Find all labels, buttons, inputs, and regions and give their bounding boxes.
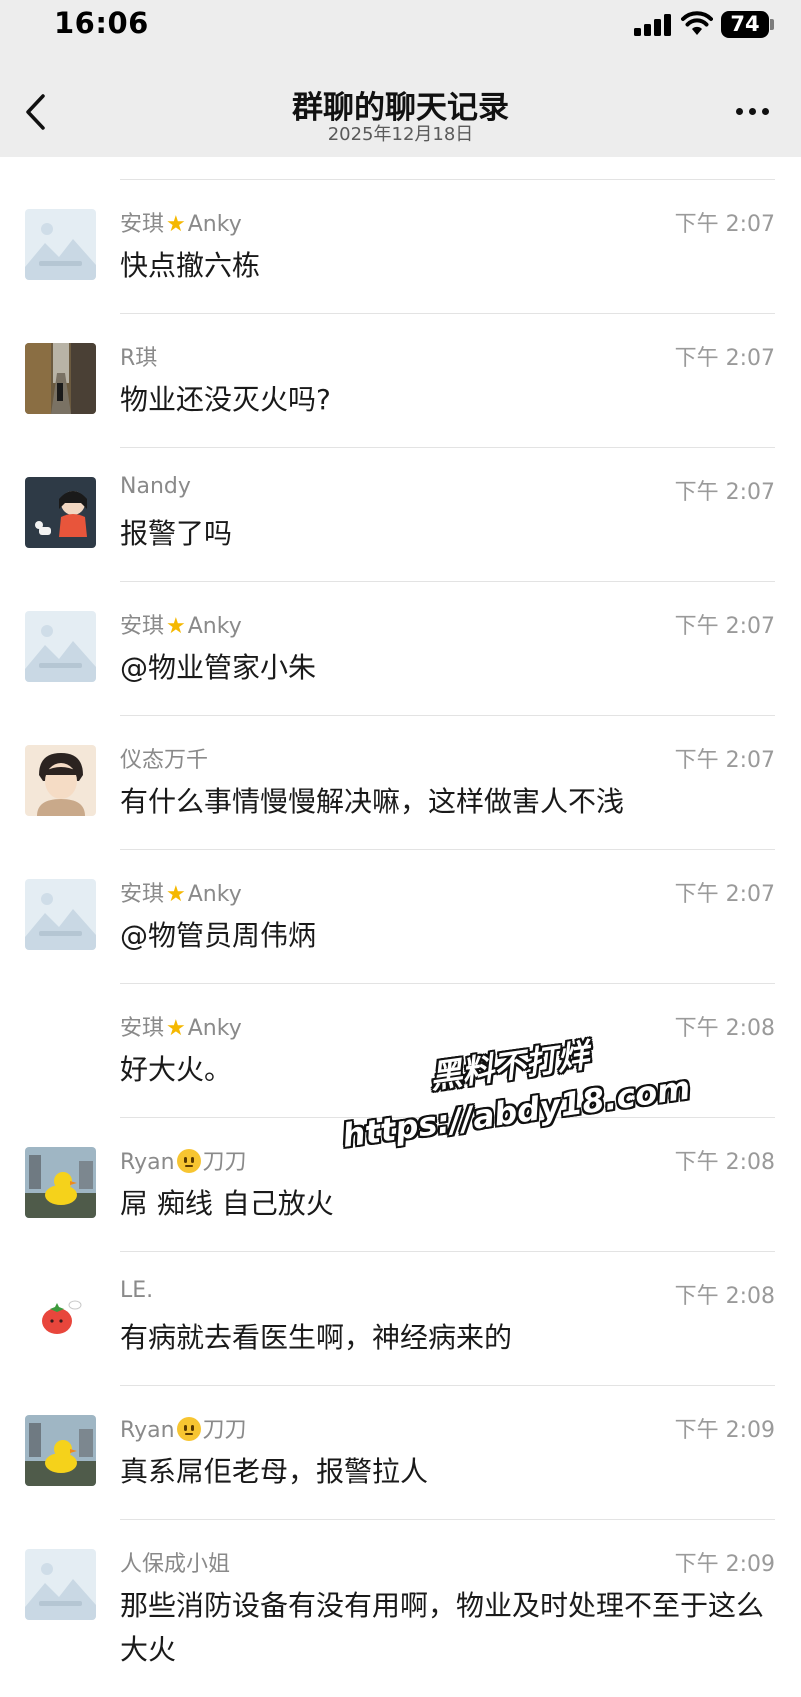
smile-emoji-icon [176, 1417, 201, 1441]
message-item[interactable]: LE. 下午 2:08 有病就去看医生啊，神经病来的 [0, 1252, 801, 1386]
wifi-icon [681, 11, 713, 35]
message-item[interactable]: R琪 下午 2:07 物业还没灭火吗? [0, 314, 801, 448]
message-text: 好大火。 [120, 1053, 233, 1086]
message-text: @物业管家小朱 [120, 651, 317, 684]
star-emoji-icon: ★ [166, 212, 186, 237]
header: 16:06 74 群聊的聊天记录 2025年12月18日 [0, 0, 801, 157]
avatar[interactable] [25, 477, 96, 548]
message-text: 那些消防设备有没有用啊，物业及时处理不至于这么大火 [120, 1589, 765, 1666]
message-item[interactable]: Nandy 下午 2:07 报警了吗 [0, 448, 801, 582]
sender-name-text: Ryan [120, 1418, 175, 1443]
sender-name-text: LE. [120, 1278, 154, 1303]
avatar[interactable] [25, 343, 96, 414]
avatar[interactable] [25, 1549, 96, 1620]
sender-name: Ryan 刀刀 [120, 1144, 247, 1176]
avatar[interactable] [25, 879, 96, 950]
sender-name-suffix: 刀刀 [202, 1150, 247, 1175]
sender-name: 安琪★Anky [120, 876, 242, 908]
sender-name: 人保成小姐 [120, 1546, 230, 1578]
battery-cap [770, 19, 774, 30]
avatar[interactable] [25, 611, 96, 682]
star-emoji-icon: ★ [166, 1016, 186, 1041]
message-text: 有病就去看医生啊，神经病来的 [120, 1321, 513, 1354]
message-item[interactable]: 安琪★Anky 下午 2:07 @物管员周伟炳 [0, 850, 801, 984]
avatar[interactable] [25, 745, 96, 816]
status-time: 16:06 [54, 6, 149, 40]
message-time: 下午 2:07 [674, 748, 775, 773]
sender-name-suffix: 刀刀 [202, 1418, 247, 1443]
star-emoji-icon: ★ [166, 882, 186, 907]
message-time: 下午 2:07 [674, 346, 775, 371]
smile-emoji-icon [176, 1149, 201, 1173]
sender-name: 安琪★Anky [120, 608, 242, 640]
sender-name-text: R琪 [120, 346, 158, 371]
message-item[interactable]: 安琪★Anky 下午 2:08 好大火。 [0, 984, 801, 1118]
sender-name: LE. [120, 1278, 153, 1303]
sender-name-text: 安琪 [120, 1016, 165, 1041]
avatar[interactable] [25, 1415, 96, 1486]
more-options-icon[interactable] [732, 103, 772, 121]
sender-name-text: 人保成小姐 [120, 1552, 231, 1577]
sender-name-text: 安琪 [120, 882, 165, 907]
message-item[interactable]: Ryan 刀刀 下午 2:08 屌 痴线 自己放火 [0, 1118, 801, 1252]
sender-name-text: 仪态万千 [120, 748, 209, 773]
back-icon[interactable] [22, 92, 50, 132]
message-text: 物业还没灭火吗? [120, 383, 331, 416]
sender-name-text: Nandy [120, 474, 191, 499]
sender-name-suffix: Anky [187, 1016, 242, 1041]
message-time: 下午 2:09 [674, 1552, 775, 1577]
message-text: 真系屌佢老母，报警拉人 [120, 1455, 429, 1488]
sender-name-text: Ryan [120, 1150, 175, 1175]
message-time: 下午 2:08 [674, 1016, 775, 1041]
message-item[interactable]: 安琪★Anky 下午 2:07 快点撤六栋 [0, 180, 801, 314]
sender-name: Nandy [120, 474, 191, 499]
sender-name-suffix: Anky [187, 212, 242, 237]
avatar[interactable] [25, 209, 96, 280]
sender-name: Ryan 刀刀 [120, 1412, 247, 1444]
message-time: 下午 2:09 [674, 1418, 775, 1443]
sender-name: 安琪★Anky [120, 1010, 242, 1042]
message-item[interactable]: 人保成小姐 下午 2:09 那些消防设备有没有用啊，物业及时处理不至于这么大火 [0, 1520, 801, 1697]
battery-icon: 74 [721, 11, 769, 38]
sender-name: R琪 [120, 340, 157, 372]
page-subtitle-date: 2025年12月18日 [327, 124, 474, 145]
sender-name-suffix: Anky [187, 882, 242, 907]
message-item[interactable]: 安琪★Anky 下午 2:07 @物业管家小朱 [0, 582, 801, 716]
message-time: 下午 2:08 [674, 1150, 775, 1175]
cellular-signal-icon [634, 14, 672, 36]
message-text: 报警了吗 [120, 517, 233, 550]
sender-name-text: 安琪 [120, 614, 165, 639]
sender-name-suffix: Anky [187, 614, 242, 639]
sender-name-text: 安琪 [120, 212, 165, 237]
message-time: 下午 2:07 [674, 480, 775, 505]
star-emoji-icon: ★ [166, 614, 186, 639]
message-time: 下午 2:08 [674, 1284, 775, 1309]
message-text: @物管员周伟炳 [120, 919, 317, 952]
sender-name: 安琪★Anky [120, 206, 242, 238]
avatar[interactable] [25, 1281, 96, 1352]
message-time: 下午 2:07 [674, 212, 775, 237]
status-bar: 16:06 74 [0, 0, 801, 50]
avatar[interactable] [25, 1147, 96, 1218]
message-item[interactable]: 仪态万千 下午 2:07 有什么事情慢慢解决嘛，这样做害人不浅 [0, 716, 801, 850]
message-text: 屌 痴线 自己放火 [120, 1187, 334, 1220]
message-time: 下午 2:07 [674, 614, 775, 639]
sender-name: 仪态万千 [120, 742, 208, 774]
message-text: 有什么事情慢慢解决嘛，这样做害人不浅 [120, 785, 625, 818]
message-text: 快点撤六栋 [120, 249, 261, 282]
message-time: 下午 2:07 [674, 882, 775, 907]
message-item[interactable]: Ryan 刀刀 下午 2:09 真系屌佢老母，报警拉人 [0, 1386, 801, 1520]
